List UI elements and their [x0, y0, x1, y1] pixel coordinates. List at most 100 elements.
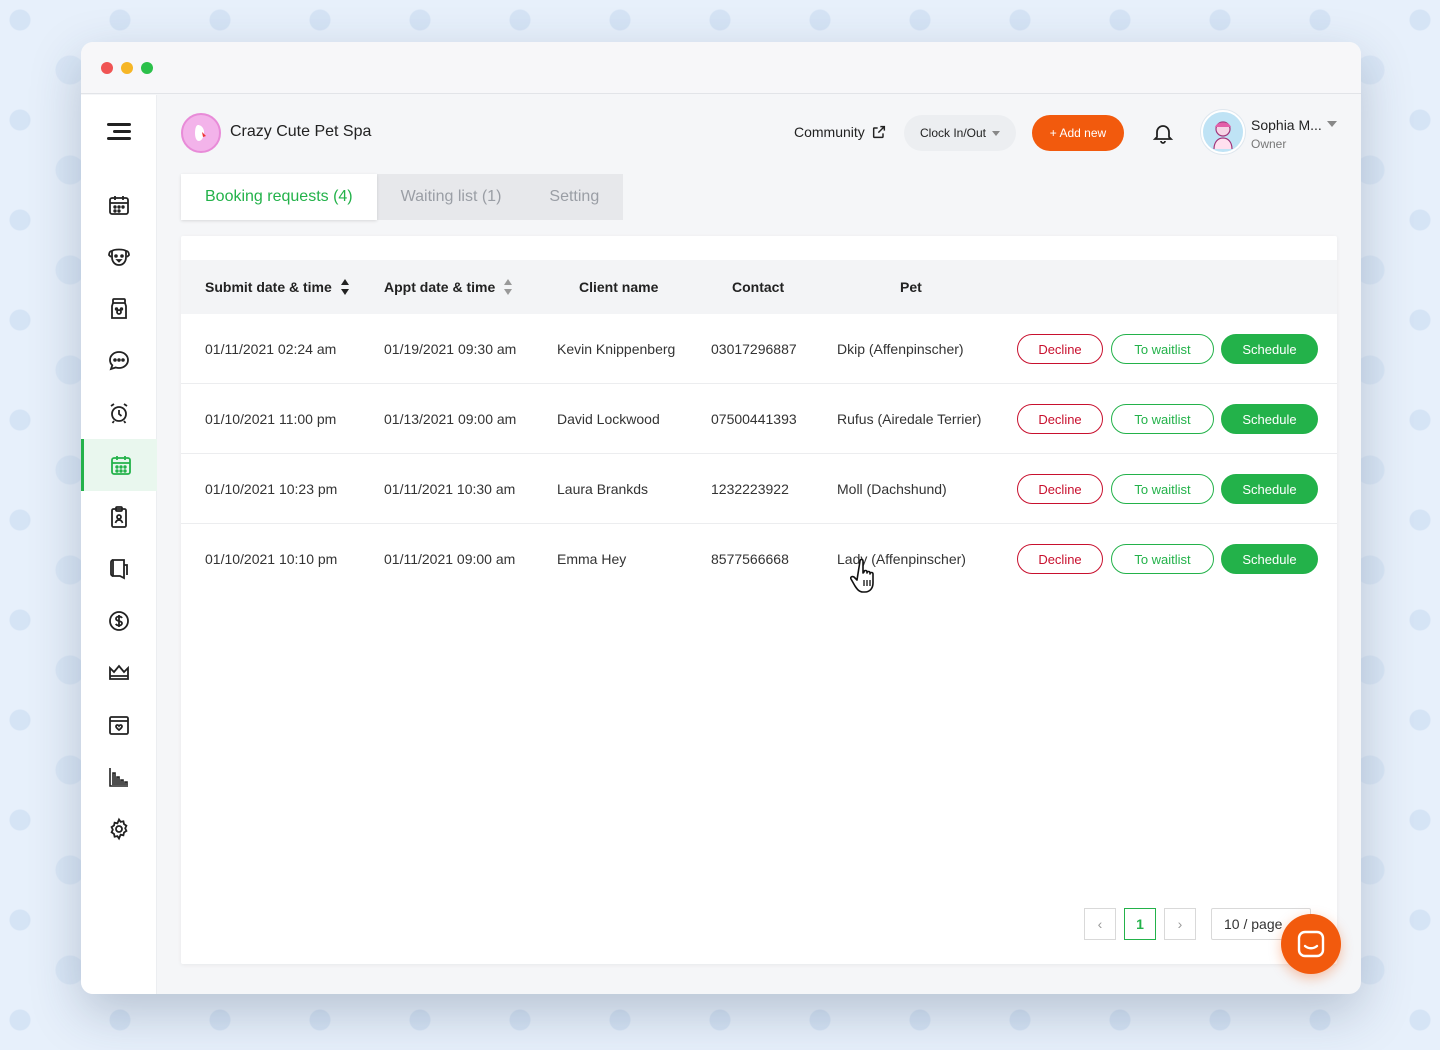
sidebar-item-notes[interactable]	[81, 543, 157, 595]
decline-button[interactable]: Decline	[1017, 474, 1103, 504]
column-client-name: Client name	[579, 279, 659, 295]
chat-bubble-icon	[1297, 930, 1325, 958]
submit-date-cell: 01/10/2021 10:23 pm	[205, 481, 338, 497]
decline-button[interactable]: Decline	[1017, 404, 1103, 434]
sort-icon[interactable]	[340, 278, 350, 296]
schedule-button[interactable]: Schedule	[1221, 474, 1318, 504]
submit-date-cell: 01/11/2021 02:24 am	[205, 341, 337, 357]
crown-icon	[109, 664, 129, 680]
clock-in-out-label: Clock In/Out	[919, 126, 987, 140]
table-row: 01/10/2021 11:00 pm 01/13/2021 09:00 am …	[181, 384, 1337, 454]
decline-button[interactable]: Decline	[1017, 544, 1103, 574]
sidebar	[81, 95, 157, 994]
prev-page-button[interactable]: ‹	[1084, 908, 1116, 940]
app-window: Crazy Cute Pet Spa Community Clock In/Ou…	[81, 42, 1361, 994]
minimize-window-button[interactable]	[121, 61, 133, 74]
pet-cell: Moll (Dachshund)	[837, 481, 947, 497]
column-contact: Contact	[732, 279, 785, 295]
pet-food-icon	[111, 298, 127, 319]
booking-tabs: Booking requests (4) Waiting list (1) Se…	[181, 174, 624, 220]
menu-icon[interactable]	[107, 123, 131, 144]
gear-icon	[110, 817, 128, 841]
submit-date-cell: 01/10/2021 10:10 pm	[205, 551, 338, 567]
to-waitlist-button[interactable]: To waitlist	[1111, 334, 1214, 364]
user-name: Sophia M...	[1251, 117, 1322, 133]
window-titlebar	[81, 42, 1361, 94]
hand-cursor-icon	[850, 558, 874, 593]
appt-date-cell: 01/11/2021 09:00 am	[384, 551, 516, 567]
appt-date-cell: 01/13/2021 09:00 am	[384, 411, 517, 427]
contact-cell: 07500441393	[711, 411, 797, 427]
column-submit-date-label: Submit date & time	[205, 279, 332, 295]
booking-calendar-icon	[110, 456, 131, 475]
submit-date-cell: 01/10/2021 11:00 pm	[205, 411, 337, 427]
pet-cell: Dkip (Affenpinscher)	[837, 341, 964, 357]
sidebar-item-wallet[interactable]	[81, 699, 157, 751]
brand-name: Crazy Cute Pet Spa	[230, 123, 372, 140]
pet-spa-logo-icon	[195, 125, 206, 141]
table-header: Submit date & time Appt date & time Clie…	[181, 260, 1337, 314]
maximize-window-button[interactable]	[141, 61, 153, 74]
sidebar-item-messages[interactable]	[81, 335, 157, 387]
sidebar-item-calendar[interactable]	[81, 179, 157, 231]
sidebar-item-booking[interactable]	[81, 439, 157, 491]
tab-waiting-list[interactable]: Waiting list (1)	[377, 174, 526, 220]
chat-icon	[109, 351, 129, 371]
sidebar-item-settings[interactable]	[81, 803, 157, 855]
column-appt-date[interactable]: Appt date & time	[384, 260, 513, 314]
sidebar-item-membership[interactable]	[81, 647, 157, 699]
to-waitlist-button[interactable]: To waitlist	[1111, 404, 1214, 434]
page-size-label: 10 / page	[1224, 916, 1283, 932]
contact-cell: 8577566668	[711, 551, 789, 567]
appt-date-cell: 01/11/2021 10:30 am	[384, 481, 516, 497]
tab-setting[interactable]: Setting	[525, 174, 623, 220]
column-pet: Pet	[900, 279, 922, 295]
external-link-icon	[872, 125, 885, 139]
decline-button[interactable]: Decline	[1017, 334, 1103, 364]
client-name-cell: Kevin Knippenberg	[557, 341, 676, 357]
schedule-button[interactable]: Schedule	[1221, 334, 1318, 364]
clock-in-out-button[interactable]: Clock In/Out	[904, 115, 1016, 151]
table-row: 01/10/2021 10:23 pm 01/11/2021 10:30 am …	[181, 454, 1337, 524]
avatar[interactable]	[1201, 110, 1245, 154]
table-row: 01/10/2021 10:10 pm 01/11/2021 09:00 am …	[181, 524, 1337, 594]
user-menu-chevron-icon[interactable]	[1327, 121, 1337, 127]
schedule-button[interactable]: Schedule	[1221, 544, 1318, 574]
community-label: Community	[794, 124, 865, 140]
column-submit-date[interactable]: Submit date & time	[205, 260, 350, 314]
page-1-button[interactable]: 1	[1124, 908, 1156, 940]
chat-launcher-button[interactable]	[1281, 914, 1341, 974]
sidebar-item-reports[interactable]	[81, 751, 157, 803]
sidebar-item-payments[interactable]	[81, 595, 157, 647]
table-row: 01/11/2021 02:24 am 01/19/2021 09:30 am …	[181, 314, 1337, 384]
dollar-icon	[109, 611, 129, 631]
community-link[interactable]: Community	[794, 124, 887, 140]
client-name-cell: David Lockwood	[557, 411, 660, 427]
clipboard-icon	[111, 506, 127, 528]
tab-booking-requests[interactable]: Booking requests (4)	[181, 174, 377, 220]
schedule-button[interactable]: Schedule	[1221, 404, 1318, 434]
booking-requests-table: Submit date & time Appt date & time Clie…	[181, 236, 1337, 964]
alarm-clock-icon	[110, 403, 128, 424]
user-role: Owner	[1251, 137, 1287, 151]
pet-cell: Rufus (Airedale Terrier)	[837, 411, 982, 427]
next-page-button[interactable]: ›	[1164, 908, 1196, 940]
bar-chart-icon	[109, 768, 128, 787]
client-name-cell: Laura Brankds	[557, 481, 649, 497]
add-new-button[interactable]: + Add new	[1032, 115, 1124, 151]
sidebar-item-products[interactable]	[81, 283, 157, 335]
close-window-button[interactable]	[101, 61, 113, 74]
notebook-icon	[110, 559, 128, 580]
sort-icon[interactable]	[503, 278, 513, 296]
contact-cell: 1232223922	[711, 481, 789, 497]
to-waitlist-button[interactable]: To waitlist	[1111, 544, 1214, 574]
wallet-icon	[109, 716, 129, 735]
brand-logo	[181, 113, 221, 153]
to-waitlist-button[interactable]: To waitlist	[1111, 474, 1214, 504]
bell-icon[interactable]	[1151, 121, 1175, 145]
sidebar-item-reminders[interactable]	[81, 387, 157, 439]
user-avatar-icon	[1213, 121, 1233, 149]
dog-icon	[108, 248, 130, 266]
sidebar-item-pets[interactable]	[81, 231, 157, 283]
sidebar-item-staff[interactable]	[81, 491, 157, 543]
